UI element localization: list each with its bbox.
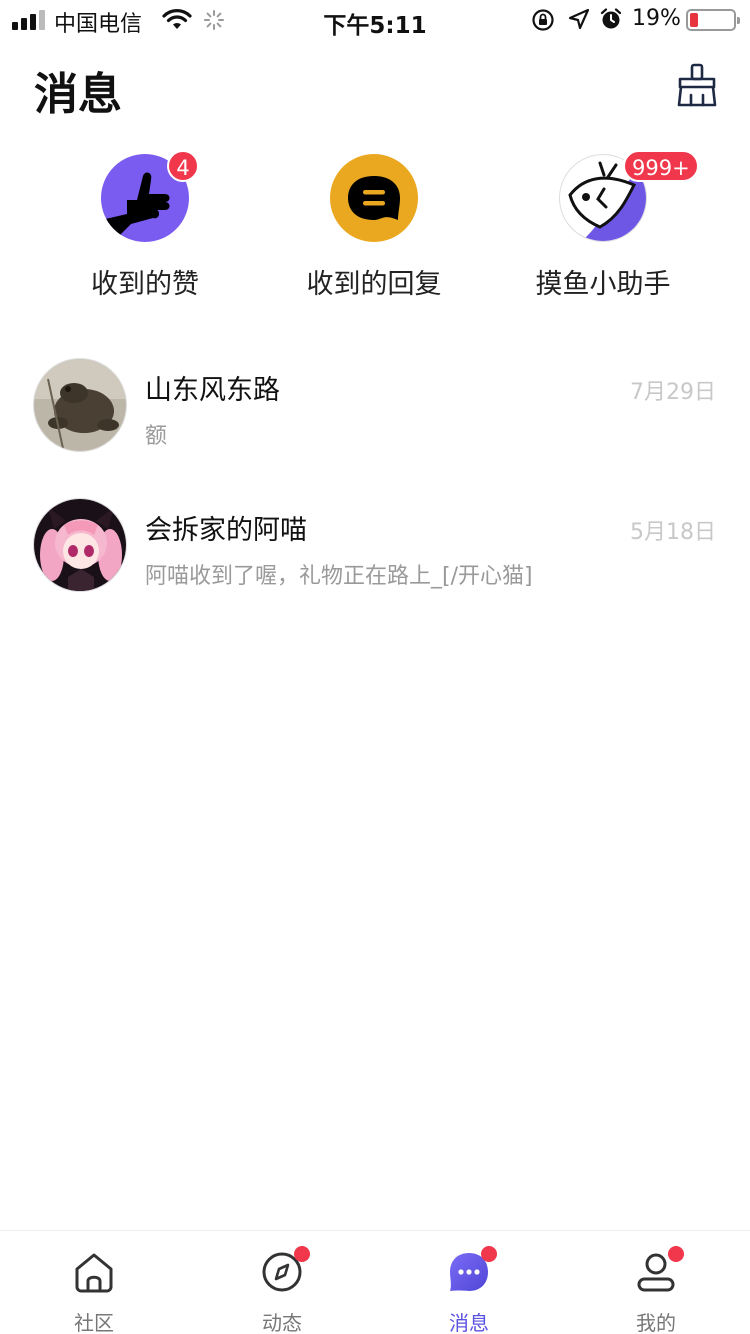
toad-photo-avatar (33, 358, 127, 452)
likes-badge: 4 (167, 150, 199, 182)
fish-assistant-entry[interactable]: 999+ 摸鱼小助手 (513, 150, 699, 304)
conversation-name: 山东风东路 (145, 375, 280, 406)
broom-icon (677, 63, 717, 107)
tab-label: 社区 (74, 1311, 114, 1334)
anime-girl-avatar (33, 498, 127, 592)
conversation-preview: 额 (145, 424, 168, 449)
fish-assistant-label: 摸鱼小助手 (535, 269, 671, 300)
notification-dot (668, 1246, 684, 1262)
location-icon (568, 8, 590, 30)
page-title: 消息 (34, 69, 122, 120)
notification-dot (294, 1246, 310, 1262)
conversation-date: 7月29日 (630, 380, 716, 405)
status-bar: 中国电信 下午5:11 19% (0, 0, 750, 40)
clear-messages-button[interactable] (675, 62, 719, 108)
tab-community[interactable]: 社区 (0, 1231, 188, 1334)
tab-label: 动态 (262, 1311, 302, 1334)
home-icon (75, 1253, 113, 1293)
conversation-preview: 阿喵收到了喔，礼物正在路上_[/开心猫] (145, 564, 533, 589)
tab-messages[interactable]: 消息 (375, 1231, 563, 1334)
messages-page: 中国电信 下午5:11 19% 消息 4 收到的赞 收到的回复 999+ 摸鱼小… (0, 0, 750, 1334)
conversation-name: 会拆家的阿喵 (145, 515, 307, 546)
tab-profile[interactable]: 我的 (562, 1231, 750, 1334)
tab-label: 消息 (449, 1311, 489, 1334)
received-likes-entry[interactable]: 4 收到的赞 (55, 150, 235, 304)
tab-feed[interactable]: 动态 (188, 1231, 376, 1334)
notification-dot (481, 1246, 497, 1262)
conversation-date: 5月18日 (630, 520, 716, 545)
tab-label: 我的 (636, 1311, 676, 1334)
reply-bubble-icon (330, 154, 418, 242)
received-replies-label: 收到的回复 (306, 269, 442, 300)
fish-assistant-badge: 999+ (623, 150, 699, 182)
received-replies-entry[interactable]: 收到的回复 (284, 154, 464, 304)
battery-icon (686, 9, 740, 31)
conversation-item[interactable]: 会拆家的阿喵 阿喵收到了喔，礼物正在路上_[/开心猫] 5月18日 (0, 498, 750, 618)
conversation-item[interactable]: 山东风东路 额 7月29日 (0, 358, 750, 478)
received-likes-label: 收到的赞 (91, 269, 199, 300)
tab-bar: 社区 动态 消息 我的 (0, 1230, 750, 1334)
alarm-icon (600, 8, 622, 29)
rotation-lock-icon (532, 9, 554, 31)
battery-percent: 19% (632, 6, 681, 31)
